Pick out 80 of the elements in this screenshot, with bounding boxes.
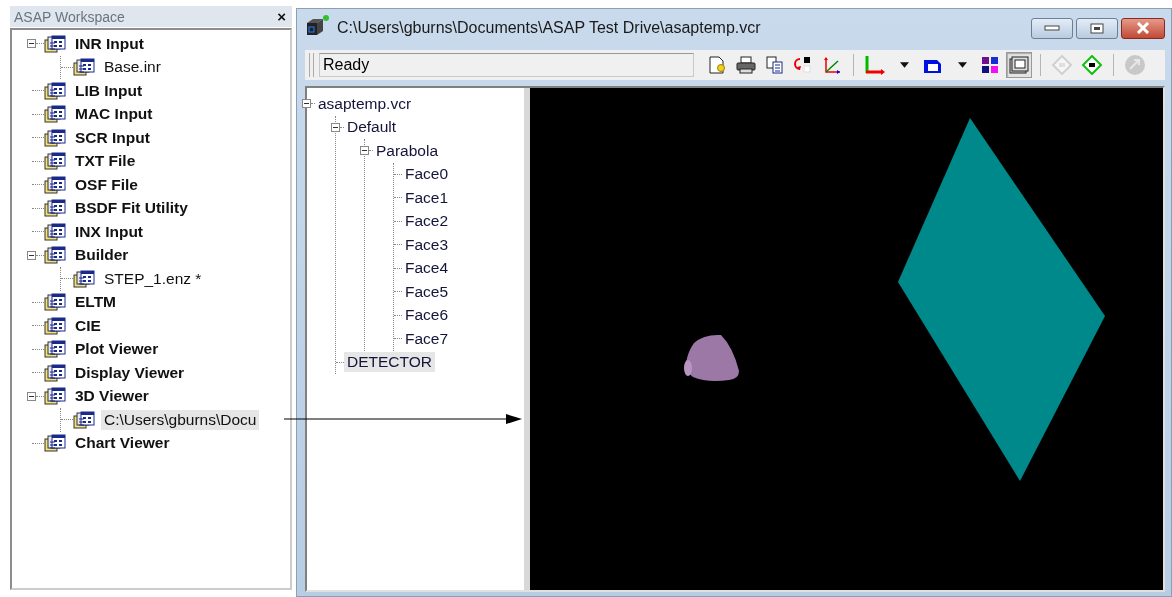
document-icon xyxy=(44,152,66,171)
close-icon xyxy=(1136,22,1150,34)
expander-icon[interactable] xyxy=(27,39,36,49)
round-icon xyxy=(1124,54,1146,76)
tree-item[interactable]: Face1 xyxy=(402,187,452,208)
tree-item[interactable]: ELTM xyxy=(72,292,120,313)
dropdown-caret-icon xyxy=(899,62,909,68)
tree-item[interactable]: SCR Input xyxy=(72,127,153,148)
document-icon xyxy=(44,128,66,147)
document-icon xyxy=(44,175,66,194)
tree-item[interactable]: C:\Users\gburns\Docu xyxy=(101,409,260,430)
panel-title: ASAP Workspace xyxy=(14,8,125,25)
maximize-button[interactable] xyxy=(1076,17,1118,39)
tree-item[interactable]: DETECTOR xyxy=(344,352,435,373)
document-icon xyxy=(73,58,95,77)
expander-icon[interactable] xyxy=(302,99,311,109)
tree-item[interactable]: Face6 xyxy=(402,305,452,326)
minimize-button[interactable] xyxy=(1031,17,1073,39)
tree-item[interactable]: Parabola xyxy=(373,140,442,161)
tree-item[interactable]: INR Input xyxy=(72,33,147,54)
document-icon xyxy=(44,340,66,359)
tree-item[interactable]: BSDF Fit Utility xyxy=(72,198,191,219)
document-icon xyxy=(44,293,66,312)
document-icon xyxy=(44,246,66,265)
tree-item[interactable]: Display Viewer xyxy=(72,362,188,383)
tree-item[interactable]: Builder xyxy=(72,245,132,266)
tree-item[interactable]: 3D Viewer xyxy=(72,386,152,407)
axes-rotate-icon xyxy=(821,55,843,75)
tree-item[interactable]: OSF File xyxy=(72,174,141,195)
toolbar-button[interactable] xyxy=(1079,52,1105,78)
tree-item[interactable]: STEP_1.enz * xyxy=(101,268,205,289)
document-icon xyxy=(44,199,66,218)
new-document-icon xyxy=(707,55,727,75)
document-icon xyxy=(73,410,95,429)
document-icon xyxy=(44,34,66,53)
toolbar-button[interactable] xyxy=(1006,52,1032,78)
dropdown-caret-icon xyxy=(957,62,967,68)
diamond-icon xyxy=(1081,55,1103,75)
tree-item[interactable]: Face2 xyxy=(402,211,452,232)
tree-item[interactable]: INX Input xyxy=(72,221,147,242)
document-icon xyxy=(44,434,66,453)
maximize-icon xyxy=(1090,22,1104,34)
document-icon xyxy=(44,81,66,100)
document-icon xyxy=(44,363,66,382)
tree-item[interactable]: Default xyxy=(344,117,400,138)
document-icon xyxy=(73,269,95,288)
tree-item[interactable]: MAC Input xyxy=(72,104,156,125)
tree-item[interactable]: CIE xyxy=(72,315,104,336)
document-icon xyxy=(44,222,66,241)
cone-model xyxy=(684,334,739,381)
expander-icon[interactable] xyxy=(27,391,36,401)
status-field: Ready xyxy=(319,53,694,77)
axes-icon xyxy=(864,55,886,75)
tree-item[interactable]: Face5 xyxy=(402,281,452,302)
tree-item[interactable]: Face4 xyxy=(402,258,452,279)
diamond-icon xyxy=(1051,55,1073,75)
tree-item[interactable]: Face0 xyxy=(402,164,452,185)
tree-item[interactable]: Face7 xyxy=(402,328,452,349)
close-button[interactable]: × xyxy=(277,8,286,25)
printer-icon xyxy=(735,55,757,75)
tree-item[interactable]: Plot Viewer xyxy=(72,339,162,360)
framed-box-icon xyxy=(1008,55,1030,75)
minimize-icon xyxy=(1044,24,1060,32)
tree-item[interactable]: LIB Input xyxy=(72,80,146,101)
tree-item[interactable]: Face3 xyxy=(402,234,452,255)
tree-item[interactable]: asaptemp.vcr xyxy=(315,93,415,114)
close-button[interactable] xyxy=(1121,17,1165,39)
document-icon xyxy=(44,387,66,406)
document-icon xyxy=(44,105,66,124)
document-icon xyxy=(44,316,66,335)
expander-icon[interactable] xyxy=(27,250,36,260)
tree-item[interactable]: TXT File xyxy=(72,151,139,172)
window-title: C:\Users\gburns\Documents\ASAP Test Drive\asaptemp.vcr xyxy=(337,19,762,37)
color-grid-icon xyxy=(980,55,1000,75)
expander-icon[interactable] xyxy=(360,146,369,156)
tree-item[interactable]: Base.inr xyxy=(101,57,164,78)
color-swap-icon xyxy=(793,55,813,75)
expander-icon[interactable] xyxy=(331,122,340,132)
tree-item[interactable]: Chart Viewer xyxy=(72,433,173,454)
copy-icon xyxy=(765,55,785,75)
